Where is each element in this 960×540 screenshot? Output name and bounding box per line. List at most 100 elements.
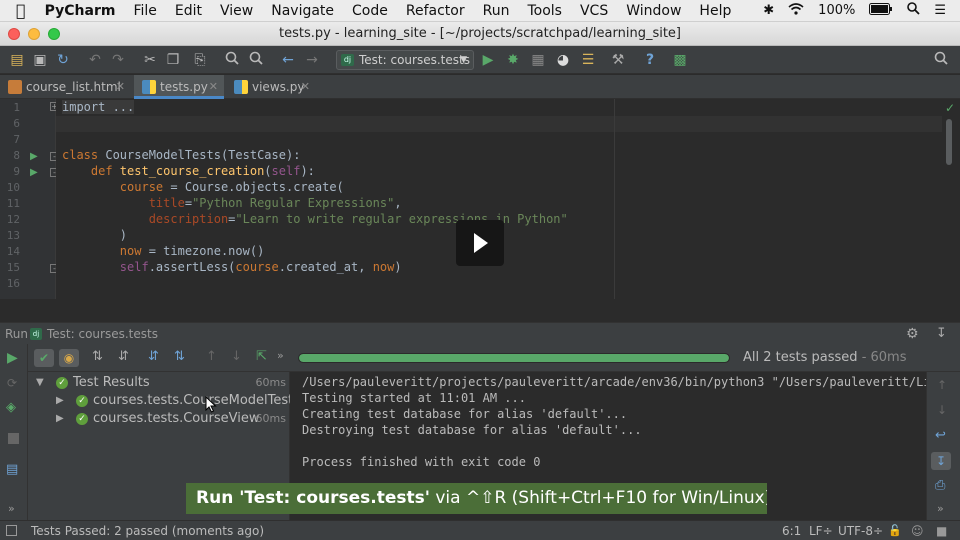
menu-navigate[interactable]: Navigate (262, 0, 343, 22)
battery-icon[interactable] (862, 2, 900, 19)
forward-icon[interactable]: → (303, 51, 321, 69)
collapse-arrow-icon[interactable]: ▼ (36, 374, 44, 392)
scroll-up-icon[interactable]: ↑ (937, 378, 947, 392)
paste-icon[interactable]: ⎘ (191, 51, 209, 69)
tab-views-py[interactable]: views.py ✕ (226, 75, 316, 99)
read-only-lock-icon[interactable]: 🔓 (888, 521, 902, 540)
run-test-gutter-icon[interactable]: ▶ (30, 167, 38, 178)
run-test-gutter-icon[interactable]: ▶ (30, 151, 38, 162)
project-structure-icon[interactable]: ⚒ (609, 51, 627, 69)
run-configuration-select[interactable]: dj Test: courses.tests ▼ (336, 50, 474, 70)
expand-arrow-icon[interactable]: ▶ (56, 410, 64, 428)
menu-file[interactable]: File (124, 0, 165, 22)
stop-icon[interactable] (8, 433, 19, 444)
close-tab-icon[interactable]: ✕ (209, 75, 218, 99)
close-window-button[interactable] (8, 28, 20, 40)
jetbrains-toolbox-icon[interactable]: ▩ (671, 51, 689, 69)
run-with-coverage-icon[interactable]: ▦ (529, 51, 547, 69)
event-log-icon[interactable]: ☺ (911, 521, 924, 540)
more-actions-icon[interactable]: » (277, 349, 284, 362)
hide-panel-icon[interactable]: ↧ (936, 323, 947, 345)
menu-edit[interactable]: Edit (166, 0, 211, 22)
profile-icon[interactable]: ◕ (554, 51, 572, 69)
find-icon[interactable] (223, 51, 241, 69)
minimize-window-button[interactable] (28, 28, 40, 40)
rerun-icon[interactable]: ▶ (7, 350, 18, 366)
tab-course-list-html[interactable]: course_list.html ✕ (0, 75, 131, 99)
copy-icon[interactable]: ❐ (164, 51, 182, 69)
memory-indicator-icon[interactable]: ■ (936, 521, 947, 540)
print-icon[interactable]: ⎙ (935, 478, 945, 493)
run-config-tab[interactable]: Test: courses.tests (47, 323, 158, 345)
run-tab-label[interactable]: Run (5, 323, 28, 345)
show-ignored-toggle[interactable]: ◉ (59, 349, 79, 367)
tree-node-course-model-tests[interactable]: ▶ ✓ courses.tests.CourseModelTests (28, 392, 300, 410)
save-all-icon[interactable]: ▣ (31, 51, 49, 69)
collapse-all-icon[interactable]: ⇅ (174, 349, 185, 364)
previous-failed-icon[interactable]: ↑ (206, 349, 217, 364)
menu-refactor[interactable]: Refactor (397, 0, 474, 22)
sort-by-duration-icon[interactable]: ⇵ (118, 349, 129, 364)
close-tab-icon[interactable]: ✕ (301, 75, 310, 99)
expand-more-icon[interactable]: » (8, 502, 15, 515)
expand-all-icon[interactable]: ⇵ (148, 349, 159, 364)
menu-app-name[interactable]: PyCharm (36, 0, 125, 22)
file-encoding-select[interactable]: UTF-8÷ (838, 521, 883, 540)
tool-windows-icon[interactable] (6, 525, 17, 536)
expand-arrow-icon[interactable]: ▶ (56, 392, 64, 410)
scrollbar-thumb[interactable] (946, 119, 952, 165)
toggle-auto-test-icon[interactable]: ◈ (6, 400, 16, 415)
wifi-icon[interactable] (781, 2, 811, 19)
code-editor[interactable]: import ... class CourseModelTests(TestCa… (56, 99, 942, 299)
synchronize-icon[interactable]: ↻ (54, 51, 72, 69)
menu-help[interactable]: Help (690, 0, 740, 22)
settings-gear-icon[interactable]: ⚙ (906, 323, 919, 345)
django-test-icon: dj (30, 328, 42, 340)
inspection-ok-icon[interactable]: ✓ (945, 101, 955, 115)
tree-node-test-results[interactable]: ▼ ✓ Test Results 60ms (28, 374, 290, 392)
redo-icon[interactable]: ↷ (109, 51, 127, 69)
rerun-failed-icon[interactable]: ⟳ (7, 376, 17, 390)
editor-scrollbar[interactable]: ✓ (942, 99, 960, 299)
apple-icon[interactable]:  (0, 0, 36, 22)
caret-position[interactable]: 6:1 (782, 521, 801, 540)
search-everywhere-icon[interactable] (932, 51, 950, 69)
tree-node-label: courses.tests.CourseModelTests (93, 393, 301, 408)
undo-icon[interactable]: ↶ (86, 51, 104, 69)
tree-node-time: 60ms (255, 376, 286, 389)
django-test-icon: dj (341, 54, 354, 66)
scroll-to-end-icon[interactable]: ↧ (931, 452, 951, 470)
line-separator-select[interactable]: LF÷ (809, 521, 833, 540)
cut-icon[interactable]: ✂ (141, 51, 159, 69)
export-results-icon[interactable]: ⇱ (256, 349, 267, 364)
spotlight-search-icon[interactable] (900, 2, 927, 19)
soft-wrap-icon[interactable]: ↩ (935, 428, 946, 443)
menu-tools[interactable]: Tools (518, 0, 571, 22)
show-passed-toggle[interactable]: ✔ (34, 349, 54, 367)
layout-icon[interactable]: ▤ (6, 462, 18, 477)
video-play-button[interactable] (456, 220, 504, 266)
code-line-9: def test_course_creation(self): (62, 164, 315, 178)
sort-alphabetically-icon[interactable]: ⇅ (92, 349, 103, 364)
notification-center-icon[interactable]: ☰ (927, 3, 960, 18)
debug-icon[interactable]: ✸ (504, 51, 522, 69)
menu-code[interactable]: Code (343, 0, 397, 22)
run-icon[interactable]: ▶ (479, 51, 497, 69)
help-icon[interactable]: ? (641, 51, 659, 69)
tab-tests-py[interactable]: tests.py ✕ (134, 75, 224, 99)
close-tab-icon[interactable]: ✕ (116, 75, 125, 99)
tree-node-course-view[interactable]: ▶ ✓ courses.tests.CourseView 60ms (28, 410, 290, 428)
back-icon[interactable]: ← (279, 51, 297, 69)
menu-vcs[interactable]: VCS (571, 0, 617, 22)
open-folder-icon[interactable]: ▤ (8, 51, 26, 69)
bluetooth-icon[interactable]: ✱ (756, 3, 781, 18)
expand-more-icon[interactable]: » (937, 502, 944, 515)
menu-run[interactable]: Run (474, 0, 519, 22)
next-failed-icon[interactable]: ↓ (231, 349, 242, 364)
scroll-down-icon[interactable]: ↓ (937, 403, 947, 417)
replace-icon[interactable] (247, 51, 265, 69)
concurrency-diagram-icon[interactable]: ☰ (579, 51, 597, 69)
menu-window[interactable]: Window (617, 0, 690, 22)
menu-view[interactable]: View (211, 0, 262, 22)
zoom-window-button[interactable] (48, 28, 60, 40)
